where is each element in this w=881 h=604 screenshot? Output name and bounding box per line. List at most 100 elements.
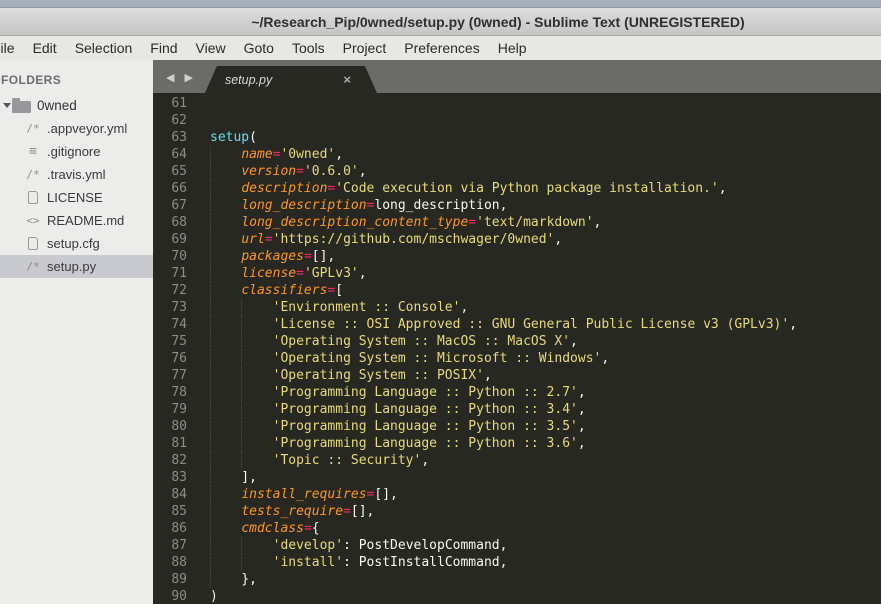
code-line-84[interactable]: 84 install_requires=[], [153, 486, 881, 503]
indent-guide [241, 299, 243, 316]
code-line-75[interactable]: 75 'Operating System :: MacOS :: MacOS X… [153, 333, 881, 350]
code-text: 'Programming Language :: Python :: 3.5', [210, 418, 881, 435]
code-text: cmdclass={ [210, 520, 881, 537]
menu-preferences[interactable]: Preferences [395, 36, 488, 60]
indent-guide [210, 503, 211, 520]
line-number: 63 [171, 130, 187, 145]
code-line-85[interactable]: 85 tests_require=[], [153, 503, 881, 520]
menu-selection[interactable]: Selection [66, 36, 142, 60]
indent-guide [241, 367, 243, 384]
tab-scroll-left-icon[interactable]: ◀ [166, 71, 174, 84]
code-line-76[interactable]: 76 'Operating System :: Microsoft :: Win… [153, 350, 881, 367]
sidebar-item-license[interactable]: LICENSE [0, 186, 153, 209]
code-text: 'install': PostInstallCommand, [210, 554, 881, 571]
indent-guide [210, 214, 211, 231]
line-number: 84 [171, 487, 187, 502]
code-line-68[interactable]: 68 long_description_content_type='text/m… [153, 214, 881, 231]
code-editor[interactable]: 61 62 63 setup(64 name='0wned', 65 version='… [153, 93, 881, 604]
tab-setup-py[interactable]: setup.py × [205, 66, 377, 93]
code-line-70[interactable]: 70 packages=[], [153, 248, 881, 265]
code-line-66[interactable]: 66 description='Code execution via Pytho… [153, 180, 881, 197]
code-line-82[interactable]: 82 'Topic :: Security', [153, 452, 881, 469]
code-line-89[interactable]: 89 }, [153, 571, 881, 588]
file-name: .gitignore [47, 144, 101, 159]
line-number: 89 [171, 572, 187, 587]
indent-guide [210, 571, 211, 588]
code-line-79[interactable]: 79 'Programming Language :: Python :: 3.… [153, 401, 881, 418]
menu-help[interactable]: Help [489, 36, 536, 60]
code-line-69[interactable]: 69 url='https://github.com/mschwager/0wn… [153, 231, 881, 248]
title-bar[interactable]: ~/Research_Pip/0wned/setup.py (0wned) - … [0, 8, 881, 36]
indent-guide [241, 435, 243, 452]
sidebar-item--gitignore[interactable]: ≡ .gitignore [0, 140, 153, 163]
code-line-88[interactable]: 88 'install': PostInstallCommand, [153, 554, 881, 571]
menu-find[interactable]: Find [141, 36, 186, 60]
sidebar-item-readme-md[interactable]: <> README.md [0, 209, 153, 232]
indent-guide [241, 554, 243, 571]
code-text: packages=[], [210, 248, 881, 265]
code-line-62[interactable]: 62 [153, 112, 881, 129]
code-line-81[interactable]: 81 'Programming Language :: Python :: 3.… [153, 435, 881, 452]
line-number: 79 [171, 402, 187, 417]
code-line-90[interactable]: 90) [153, 588, 881, 604]
code-line-74[interactable]: 74 'License :: OSI Approved :: GNU Gener… [153, 316, 881, 333]
code-text: }, [210, 571, 257, 588]
code-line-63[interactable]: 63 setup( [153, 129, 881, 146]
file-name: LICENSE [47, 190, 103, 205]
menu-file[interactable]: File [0, 36, 24, 60]
tab-scroll-right-icon[interactable]: ▶ [184, 71, 192, 84]
line-number: 85 [171, 504, 187, 519]
line-number: 83 [171, 470, 187, 485]
code-line-83[interactable]: 83 ], [153, 469, 881, 486]
code-line-67[interactable]: 67 long_description=long_description, [153, 197, 881, 214]
line-number: 66 [171, 181, 187, 196]
menu-project[interactable]: Project [334, 36, 396, 60]
code-text: 'Programming Language :: Python :: 3.4', [210, 401, 881, 418]
code-line-86[interactable]: 86 cmdclass={ [153, 520, 881, 537]
indent-guide [241, 350, 243, 367]
code-line-73[interactable]: 73 'Environment :: Console', [153, 299, 881, 316]
menu-edit[interactable]: Edit [24, 36, 66, 60]
folders-header: FOLDERS [1, 73, 62, 87]
folder-name: 0wned [37, 98, 77, 113]
code-line-78[interactable]: 78 'Programming Language :: Python :: 2.… [153, 384, 881, 401]
code-text: version='0.6.0', [210, 163, 881, 180]
menu-goto[interactable]: Goto [235, 36, 283, 60]
code-line-80[interactable]: 80 'Programming Language :: Python :: 3.… [153, 418, 881, 435]
disclosure-triangle-icon[interactable] [2, 101, 11, 110]
sidebar-item-setup-py[interactable]: /* setup.py [0, 255, 153, 278]
line-number: 67 [171, 198, 187, 213]
line-number: 77 [171, 368, 187, 383]
indent-guide [210, 350, 211, 367]
indent-guide [210, 401, 211, 418]
sidebar-folder-0wned[interactable]: 0wned [0, 94, 153, 117]
indent-guide [210, 282, 211, 299]
code-text: 'Environment :: Console', [210, 299, 881, 316]
code-text: 'Topic :: Security', [210, 452, 881, 469]
code-line-87[interactable]: 87 'develop': PostDevelopCommand, [153, 537, 881, 554]
code-text: url='https://github.com/mschwager/0wned'… [210, 231, 881, 248]
markup-file-icon: <> [26, 214, 40, 227]
menu-view[interactable]: View [187, 36, 235, 60]
line-number: 81 [171, 436, 187, 451]
tab-close-icon[interactable]: × [343, 72, 351, 87]
code-line-72[interactable]: 72 classifiers=[ [153, 282, 881, 299]
sidebar-item--appveyor-yml[interactable]: /* .appveyor.yml [0, 117, 153, 140]
code-line-77[interactable]: 77 'Operating System :: POSIX', [153, 367, 881, 384]
sidebar: FOLDERS 0wned /* .appveyor.yml ≡ .gitignore… [0, 60, 153, 604]
code-line-61[interactable]: 61 [153, 95, 881, 112]
code-text: 'Operating System :: Microsoft :: Window… [210, 350, 881, 367]
code-line-65[interactable]: 65 version='0.6.0', [153, 163, 881, 180]
code-line-64[interactable]: 64 name='0wned', [153, 146, 881, 163]
line-number: 88 [171, 555, 187, 570]
menu-tools[interactable]: Tools [283, 36, 334, 60]
sidebar-item-setup-cfg[interactable]: setup.cfg [0, 232, 153, 255]
code-text: 'License :: OSI Approved :: GNU General … [210, 316, 881, 333]
code-line-71[interactable]: 71 license='GPLv3', [153, 265, 881, 282]
line-number: 64 [171, 147, 187, 162]
code-text: name='0wned', [210, 146, 881, 163]
sidebar-item--travis-yml[interactable]: /* .travis.yml [0, 163, 153, 186]
line-number: 76 [171, 351, 187, 366]
indent-guide [210, 469, 211, 486]
